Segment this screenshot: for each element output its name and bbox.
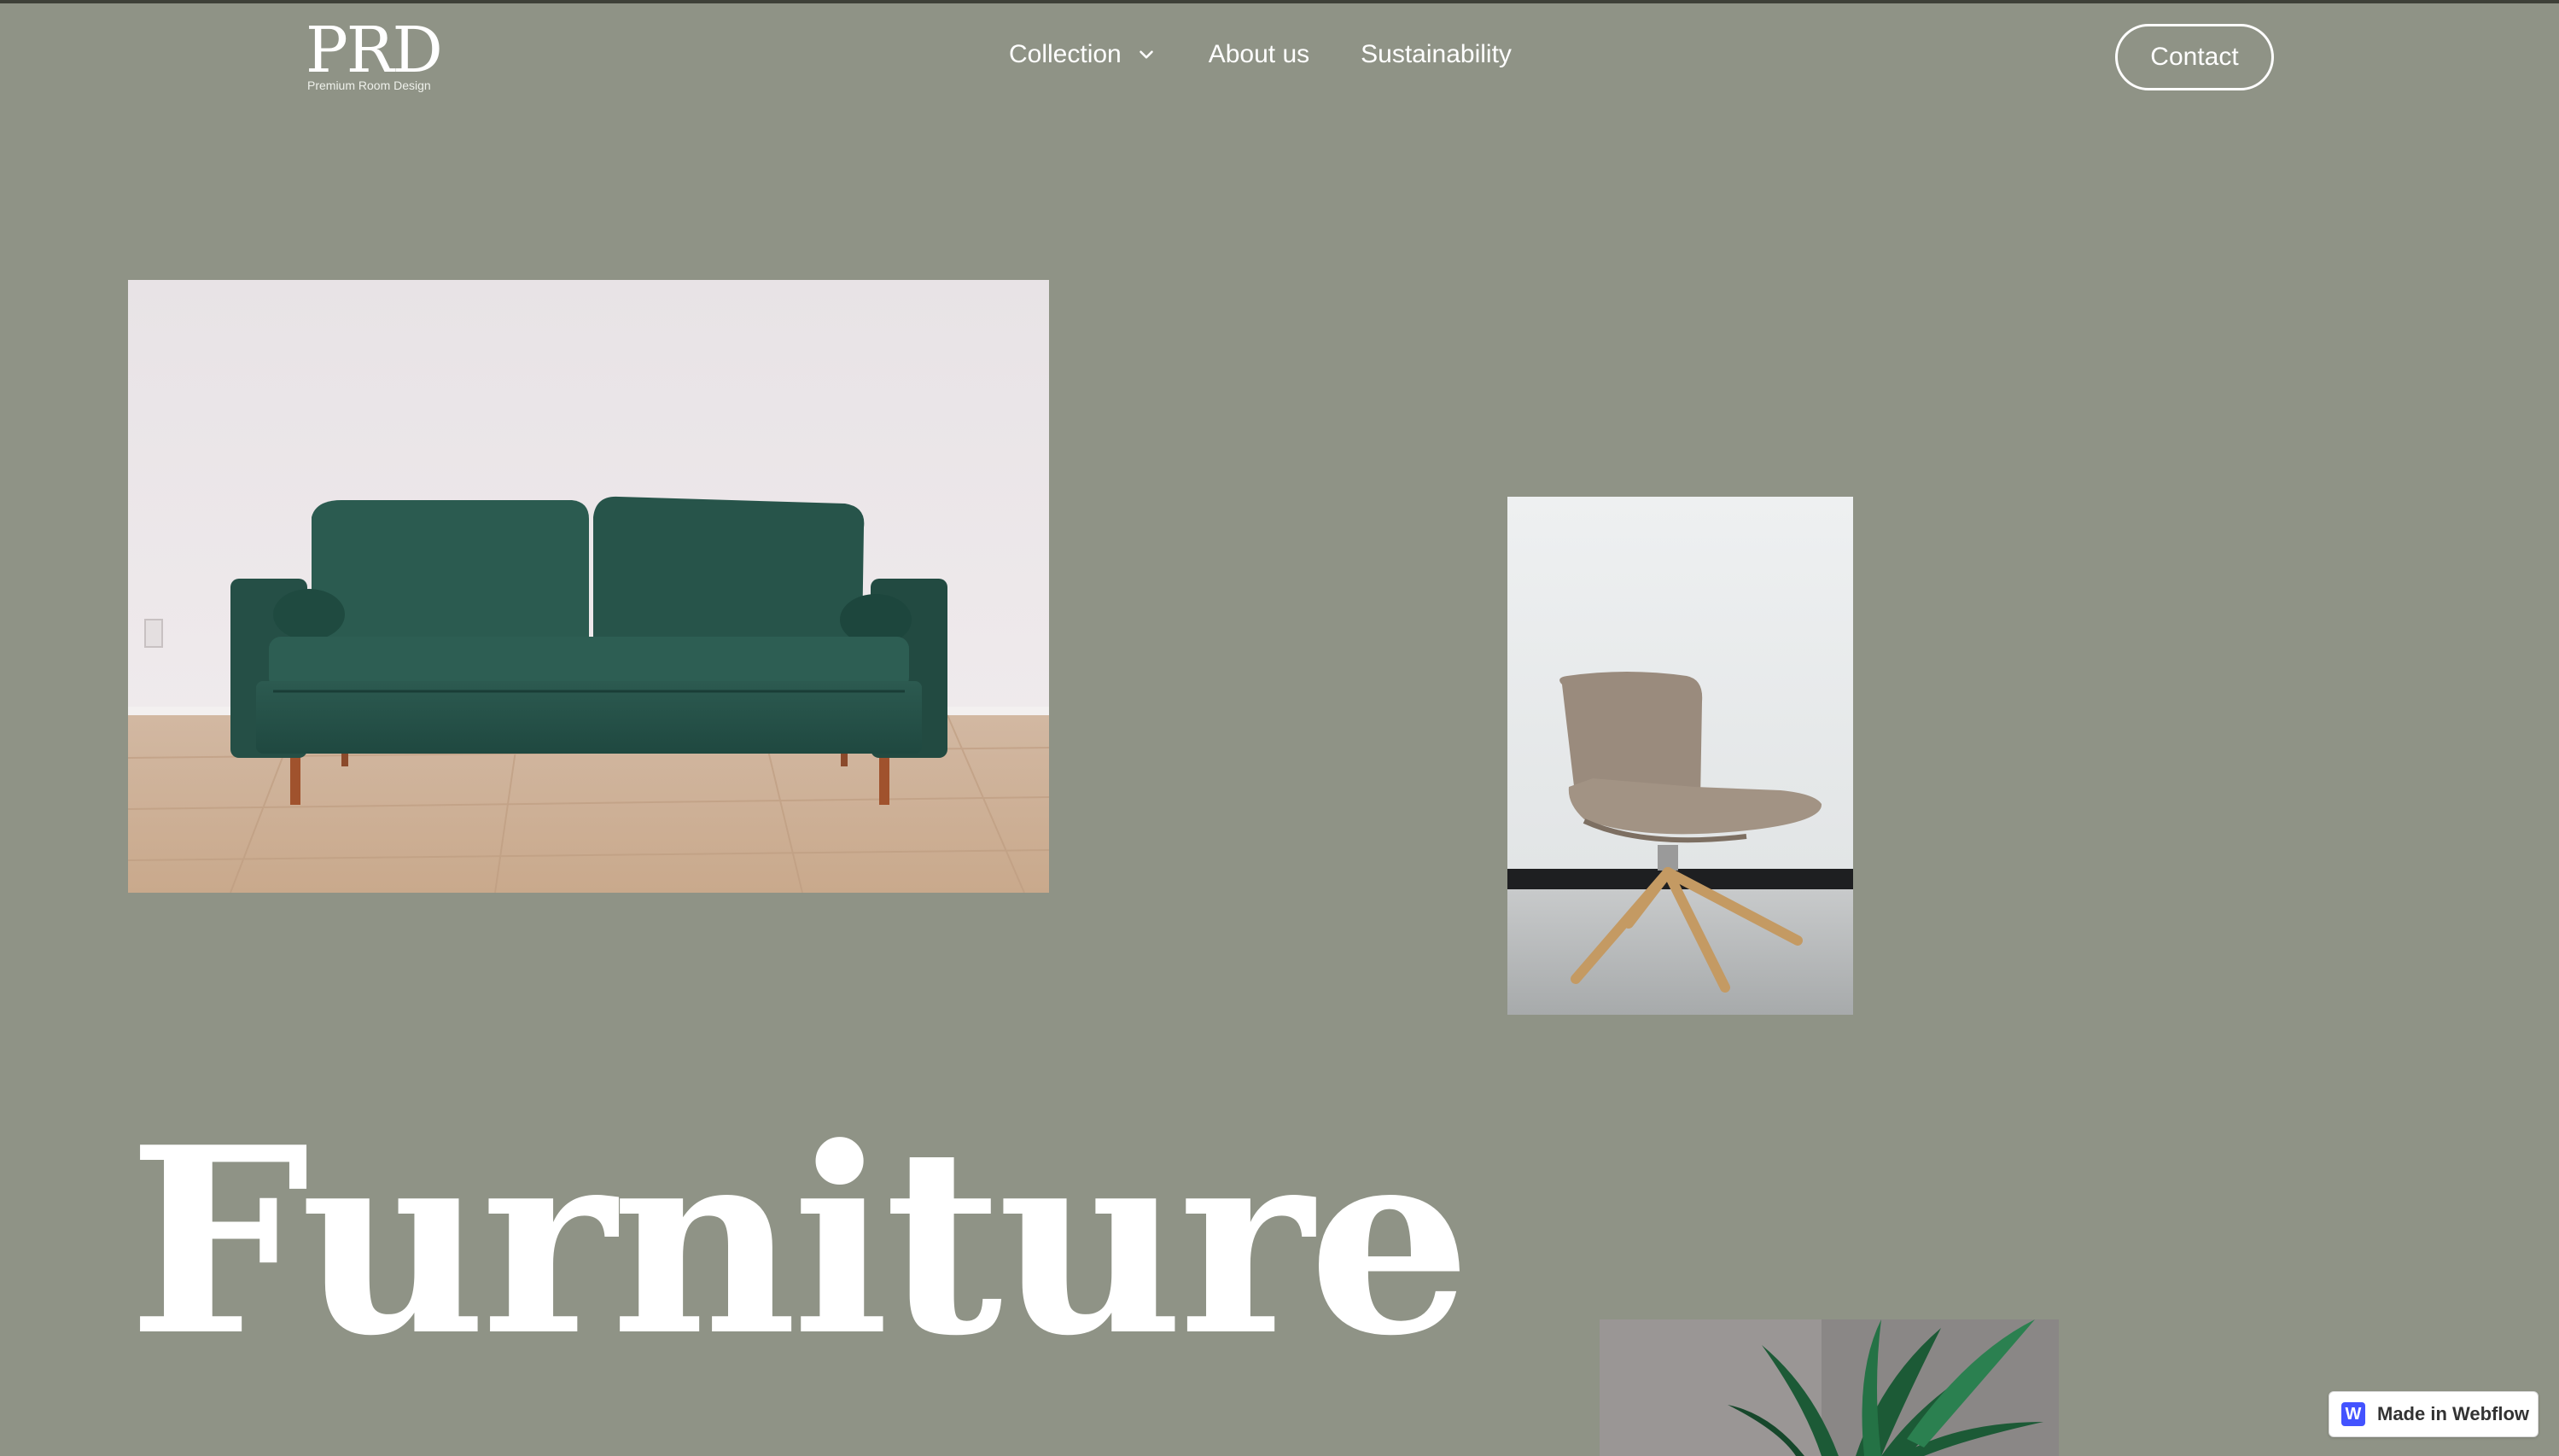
badge-label: Made in Webflow: [2377, 1403, 2530, 1424]
nav-item-label: Sustainability: [1361, 40, 1512, 68]
chevron-down-icon: [1139, 50, 1153, 59]
hero-headline: Furniture: [128, 1091, 1472, 1392]
sofa-image: [128, 280, 1049, 893]
nav-item-sustainability[interactable]: Sustainability: [1361, 40, 1512, 69]
brand-logo[interactable]: PRD Premium Room Design: [306, 14, 451, 94]
nav-item-label: Collection: [1009, 40, 1122, 68]
made-in-webflow-badge[interactable]: W Made in Webflow: [2329, 1391, 2539, 1437]
chair-image: [1507, 497, 1853, 1015]
nav-item-label: About us: [1208, 40, 1310, 68]
nav-item-collection[interactable]: Collection: [1009, 40, 1157, 69]
webflow-logo-icon: W: [2341, 1402, 2365, 1426]
top-border: [0, 0, 2559, 3]
main-nav: Collection About us Sustainability: [1009, 38, 1512, 72]
nav-item-about-us[interactable]: About us: [1209, 40, 1309, 69]
contact-button[interactable]: Contact: [2115, 24, 2274, 90]
plant-image: [1600, 1319, 2059, 1456]
logo-mark: PRD: [306, 14, 443, 87]
logo-tagline: Premium Room Design: [307, 79, 431, 92]
